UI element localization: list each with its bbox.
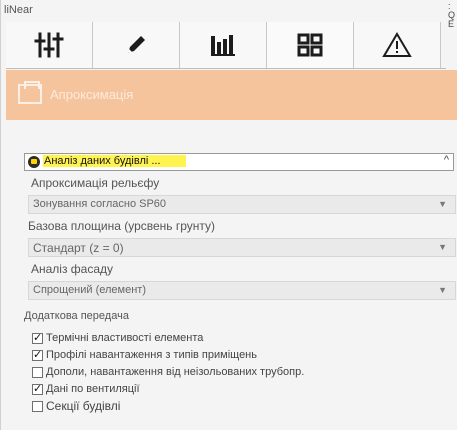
- app-window: liNear : Q E Апроксимація Аналіз даних б…: [0, 0, 457, 430]
- warning-button[interactable]: [354, 22, 441, 68]
- corner-glyphs: : Q E: [448, 2, 456, 29]
- facade-analysis-select[interactable]: Спрощений (елемент) ▼: [28, 281, 456, 300]
- checkbox-label: Дані по вентиляції: [46, 383, 140, 395]
- pencil-icon: [128, 36, 145, 53]
- base-plane-select[interactable]: Стандарт (z = 0) ▼: [28, 238, 456, 257]
- terrain-approximation-label: Апроксимація рельєфу: [31, 176, 160, 190]
- grid-icon: [297, 33, 323, 57]
- checkbox-load-profiles[interactable]: Профілі навантаження з типів приміщень: [32, 347, 257, 363]
- checkbox-label: Дополи, навантаження від неізольованих т…: [46, 366, 305, 378]
- facade-analysis-label: Аналіз фасаду: [31, 262, 114, 276]
- base-plane-value: Стандарт (z = 0): [33, 241, 124, 255]
- checkbox-box[interactable]: [32, 366, 43, 378]
- collapse-caret-icon[interactable]: ^: [444, 154, 449, 166]
- title-bar: liNear : Q E: [1, 0, 457, 29]
- panel-header: Апроксимація: [6, 70, 457, 120]
- chevron-down-icon: ▼: [438, 285, 447, 295]
- section-header-building-analysis[interactable]: Аналіз даних будівлі ... ^: [24, 153, 454, 171]
- additional-transfer-label: Додаткова передача: [24, 310, 129, 322]
- checkbox-box[interactable]: [32, 382, 43, 395]
- checkbox-box[interactable]: [32, 331, 43, 344]
- pencil-button[interactable]: [93, 22, 180, 68]
- section-bullet-icon: [28, 156, 40, 168]
- chevron-down-icon: ▼: [438, 199, 447, 209]
- base-plane-label: Базова площина (урсвень грунту): [28, 219, 216, 233]
- bar-chart-icon: [211, 35, 235, 56]
- sliders-icon: [34, 32, 64, 58]
- grid-button[interactable]: [267, 22, 354, 68]
- sliders-button[interactable]: [6, 22, 93, 68]
- chevron-down-icon: ▼: [438, 242, 447, 252]
- panel-header-title: Апроксимація: [50, 87, 134, 102]
- app-title: liNear: [4, 4, 33, 16]
- checkbox-label: Секції будівлі: [46, 399, 121, 413]
- facade-analysis-value: Спрощений (елемент): [33, 284, 147, 296]
- checkbox-uninsulated-pipes[interactable]: Дополи, навантаження від неізольованих т…: [32, 364, 304, 380]
- chart-button[interactable]: [180, 22, 267, 68]
- warning-icon: [382, 32, 412, 57]
- checkbox-thermal-properties[interactable]: Термічні властивості елемента: [32, 330, 203, 346]
- checkbox-label: Термічні властивості елемента: [46, 332, 204, 344]
- checkbox-label: Профілі навантаження з типів приміщень: [46, 349, 257, 361]
- checkbox-box[interactable]: [32, 348, 43, 361]
- checkbox-ventilation-data[interactable]: Дані по вентиляції: [32, 381, 140, 397]
- approximation-icon: [18, 81, 42, 104]
- terrain-approximation-value: Зонування согласно SP60: [33, 198, 167, 210]
- terrain-approximation-select[interactable]: Зонування согласно SP60 ▼: [28, 195, 456, 214]
- checkbox-building-sections[interactable]: Секції будівлі: [32, 398, 120, 414]
- corner-glyph-bottom: E: [448, 19, 455, 29]
- toolbar: [6, 22, 446, 69]
- section-title: Аналіз даних будівлі ...: [43, 155, 186, 167]
- checkbox-box[interactable]: [32, 400, 43, 412]
